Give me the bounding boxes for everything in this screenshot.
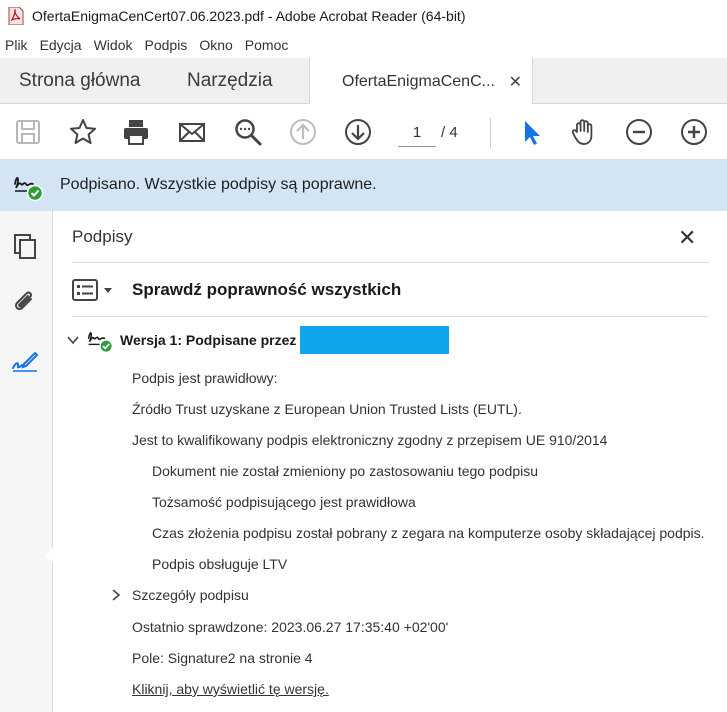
page-number-input[interactable]: 1 <box>398 119 436 147</box>
signer-identity-text: Tożsamość podpisującego jest prawidłowa <box>152 494 416 510</box>
tab-document[interactable]: OfertaEnigmaCenC... ✕ <box>309 58 533 105</box>
page-down-icon[interactable] <box>342 116 374 148</box>
signature-valid-icon <box>14 177 44 202</box>
menu-file[interactable]: Plik <box>0 37 34 53</box>
signature-status-bar: Podpisano. Wszystkie podpisy są poprawne… <box>0 160 727 211</box>
pdf-icon <box>8 7 24 25</box>
page-up-icon[interactable] <box>287 116 319 148</box>
chevron-down-icon[interactable] <box>104 287 112 293</box>
menu-edit[interactable]: Edycja <box>34 37 88 53</box>
page-total: / 4 <box>441 124 458 141</box>
signature-status-message: Podpisano. Wszystkie podpisy są poprawne… <box>60 176 377 193</box>
signing-time-text: Czas złożenia podpisu został pobrany z z… <box>152 525 705 541</box>
signature-version-row[interactable]: Wersja 1: Podpisane przez <box>66 324 450 356</box>
redacted-signer-name <box>300 326 450 354</box>
star-icon[interactable] <box>67 116 99 148</box>
window-title: OfertaEnigmaCenCert07.06.2023.pdf - Adob… <box>32 8 466 24</box>
view-version-link[interactable]: Kliknij, aby wyświetlić tę wersję. <box>132 681 329 697</box>
signature-details-row[interactable]: Szczegóły podpisu <box>110 587 249 603</box>
divider <box>72 316 709 317</box>
select-pointer-icon[interactable] <box>514 116 546 148</box>
zoom-search-icon[interactable] <box>232 116 264 148</box>
menu-window[interactable]: Okno <box>193 37 238 53</box>
menu-view[interactable]: Widok <box>88 37 139 53</box>
zoom-in-icon[interactable] <box>678 116 710 148</box>
menu-help[interactable]: Pomoc <box>239 37 295 53</box>
tab-tools[interactable]: Narzędzia <box>187 58 273 104</box>
signature-version-label: Wersja 1: Podpisane przez <box>120 332 297 348</box>
close-panel-icon[interactable]: ✕ <box>678 225 696 251</box>
tab-home[interactable]: Strona główna <box>19 58 140 104</box>
signature-details-label[interactable]: Szczegóły podpisu <box>132 587 249 603</box>
options-menu-icon[interactable] <box>72 279 98 301</box>
signature-field-text: Pole: Signature2 na stronie 4 <box>132 650 313 666</box>
last-checked-text: Ostatnio sprawdzone: 2023.06.27 17:35:40… <box>132 619 449 635</box>
pages-icon[interactable] <box>8 230 42 264</box>
close-tab-icon[interactable]: ✕ <box>509 72 522 92</box>
hand-icon[interactable] <box>568 116 600 148</box>
document-unchanged-text: Dokument nie został zmieniony po zastoso… <box>152 463 539 479</box>
email-icon[interactable] <box>176 116 208 148</box>
signature-pen-icon[interactable] <box>8 344 42 378</box>
validate-all-row[interactable]: Sprawdź poprawność wszystkich <box>72 274 401 306</box>
divider <box>72 262 709 263</box>
save-icon[interactable] <box>12 116 44 148</box>
qualified-signature-text: Jest to kwalifikowany podpis elektronicz… <box>132 432 608 448</box>
active-panel-notch <box>45 547 53 563</box>
validate-all-button[interactable]: Sprawdź poprawność wszystkich <box>132 280 401 300</box>
main-toolbar: 1 / 4 <box>0 104 727 160</box>
toolbar-divider <box>490 118 491 148</box>
ltv-text: Podpis obsługuje LTV <box>152 556 288 572</box>
tab-document-label: OfertaEnigmaCenC... <box>342 72 495 90</box>
expand-chevron-icon[interactable] <box>66 333 80 347</box>
signature-valid-text: Podpis jest prawidłowy: <box>132 370 278 386</box>
chevron-right-icon[interactable] <box>110 588 122 602</box>
zoom-out-icon[interactable] <box>623 116 655 148</box>
attachment-icon[interactable] <box>8 285 42 319</box>
tab-bar: Strona główna Narzędzia OfertaEnigmaCenC… <box>0 58 727 105</box>
print-icon[interactable] <box>120 116 152 148</box>
menu-sign[interactable]: Podpis <box>139 37 194 53</box>
window-titlebar: OfertaEnigmaCenCert07.06.2023.pdf - Adob… <box>0 0 727 32</box>
signatures-panel: Podpisy ✕ Sprawdź poprawność wszystkich … <box>54 211 727 712</box>
left-rail <box>0 211 53 712</box>
signature-valid-icon <box>87 332 113 353</box>
panel-title: Podpisy <box>72 227 133 246</box>
trust-source-text: Źródło Trust uzyskane z European Union T… <box>132 401 522 417</box>
menu-bar: Plik Edycja Widok Podpis Okno Pomoc <box>0 32 727 58</box>
